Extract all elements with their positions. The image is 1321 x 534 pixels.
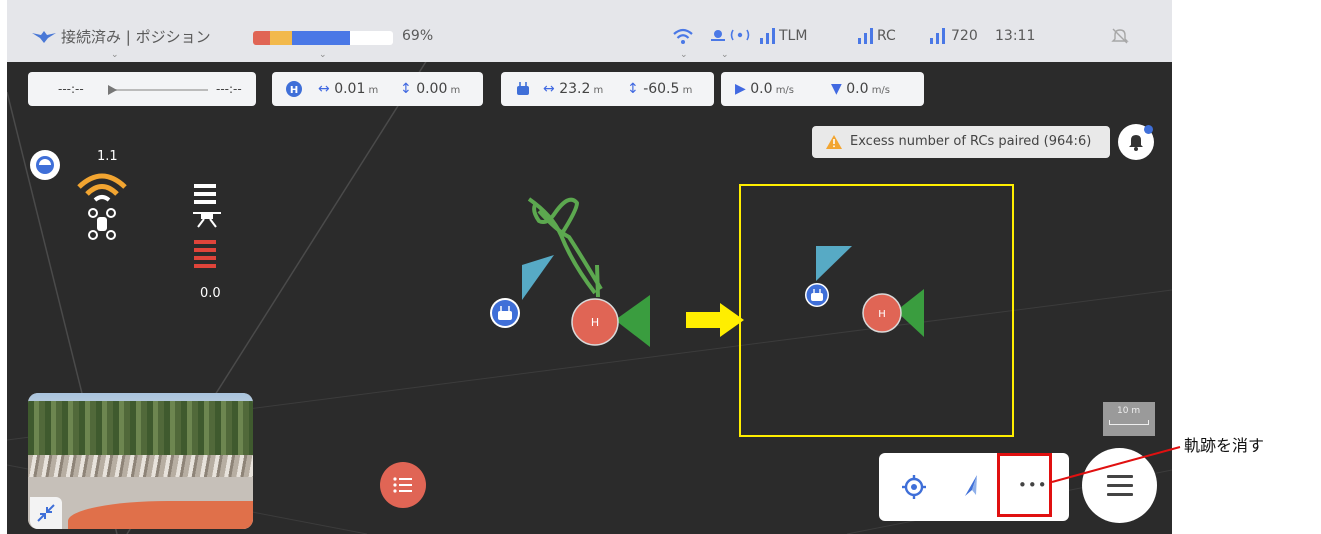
annotation-label: 軌跡を消す [1184,436,1265,455]
playback-timeline[interactable]: ---:-- ---:-- [28,72,256,106]
horizontal-speed-unit: m/s [775,85,795,96]
scale-label: 10 m [1117,406,1141,416]
highlight-box: H [739,184,1014,437]
video-resolution[interactable]: 720 [951,28,978,44]
warning-icon [826,135,842,149]
mute-icon[interactable] [1111,27,1129,45]
home-horizontal-value: 0.01 [334,81,366,97]
collapse-icon [37,504,55,522]
notification-dot [1144,125,1153,134]
list-button[interactable] [380,462,426,508]
home-vertical-value: 0.00 [416,81,448,97]
drone-icon [88,208,116,240]
annotation-pointer-line [1051,446,1181,483]
flight-map-before[interactable]: H [477,185,677,365]
connection-status[interactable]: 接続済み | ポジション [61,26,211,47]
svg-text:H: H [290,85,298,96]
signal-bars-icon [760,28,775,44]
location-target-icon[interactable] [902,475,926,499]
rc-horizontal-unit: m [593,85,604,96]
signal-bars-icon [858,28,873,44]
satellite-icon[interactable] [709,24,751,46]
vertical-speed-value: 0.0 [846,81,869,97]
chevron-down-icon: ⌄ [111,50,119,60]
compass-arrow-icon[interactable] [963,474,979,498]
home-marker-label: H [878,309,886,320]
battery-bar[interactable] [253,31,393,45]
annotation-highlight-box [997,453,1052,517]
clock: 13:11 [995,28,1036,44]
drone-icon [32,31,56,43]
battery-percent: 69% [402,28,434,44]
rc-icon [517,82,529,95]
rc-distance-panel: ↔ 23.2 m ↕ -60.5 m [501,72,714,106]
home-marker-label: H [591,316,599,329]
signal-bars-icon [930,28,945,44]
alert-toast[interactable]: Excess number of RCs paired (964:6) [812,126,1110,158]
status-bar: 接続済み | ポジション ⌄ ⌄ 69% ⌄ ⌄ TLM RC 720 13:1… [7,0,1172,62]
tlm-label: TLM [779,28,808,44]
play-icon[interactable] [108,85,117,95]
timeline-end: ---:-- [216,82,242,96]
home-icon: H [286,81,302,97]
timeline-start: ---:-- [58,82,84,96]
chevron-down-icon: ⌄ [319,50,327,60]
rc-vertical-value: -60.5 [643,81,680,97]
rc-label: RC [877,28,896,44]
rc-vertical-unit: m [682,85,693,96]
vertical-speed-unit: m/s [871,85,891,96]
horizontal-speed-value: 0.0 [750,81,773,97]
alert-message: Excess number of RCs paired (964:6) [850,134,1092,149]
notification-button[interactable] [1118,124,1154,160]
scale-bar: 10 m [1103,402,1155,436]
chevron-down-icon: ⌄ [680,50,688,60]
home-vertical-unit: m [450,85,461,96]
speed-panel: ▶ 0.0 m/s ▼ 0.0 m/s [721,72,924,106]
signal-strength-value: 1.1 [97,149,118,164]
camera-preview[interactable] [28,393,253,529]
wifi-icon[interactable] [672,26,694,46]
timeline-track[interactable] [108,89,208,91]
altitude-value: 0.0 [200,286,221,301]
rc-horizontal-value: 23.2 [559,81,591,97]
map-mode-button[interactable] [30,150,60,180]
flight-map-after[interactable]: H [796,241,936,351]
wifi-icon [77,173,127,202]
collapse-button[interactable] [30,497,62,529]
altitude-indicator [190,180,230,270]
bell-icon [1129,135,1143,151]
home-horizontal-unit: m [368,85,379,96]
chevron-down-icon: ⌄ [721,50,729,60]
drone-side-icon [193,212,221,228]
list-icon [393,477,412,493]
home-distance-panel: H ↔ 0.01 m ↕ 0.00 m [272,72,483,106]
